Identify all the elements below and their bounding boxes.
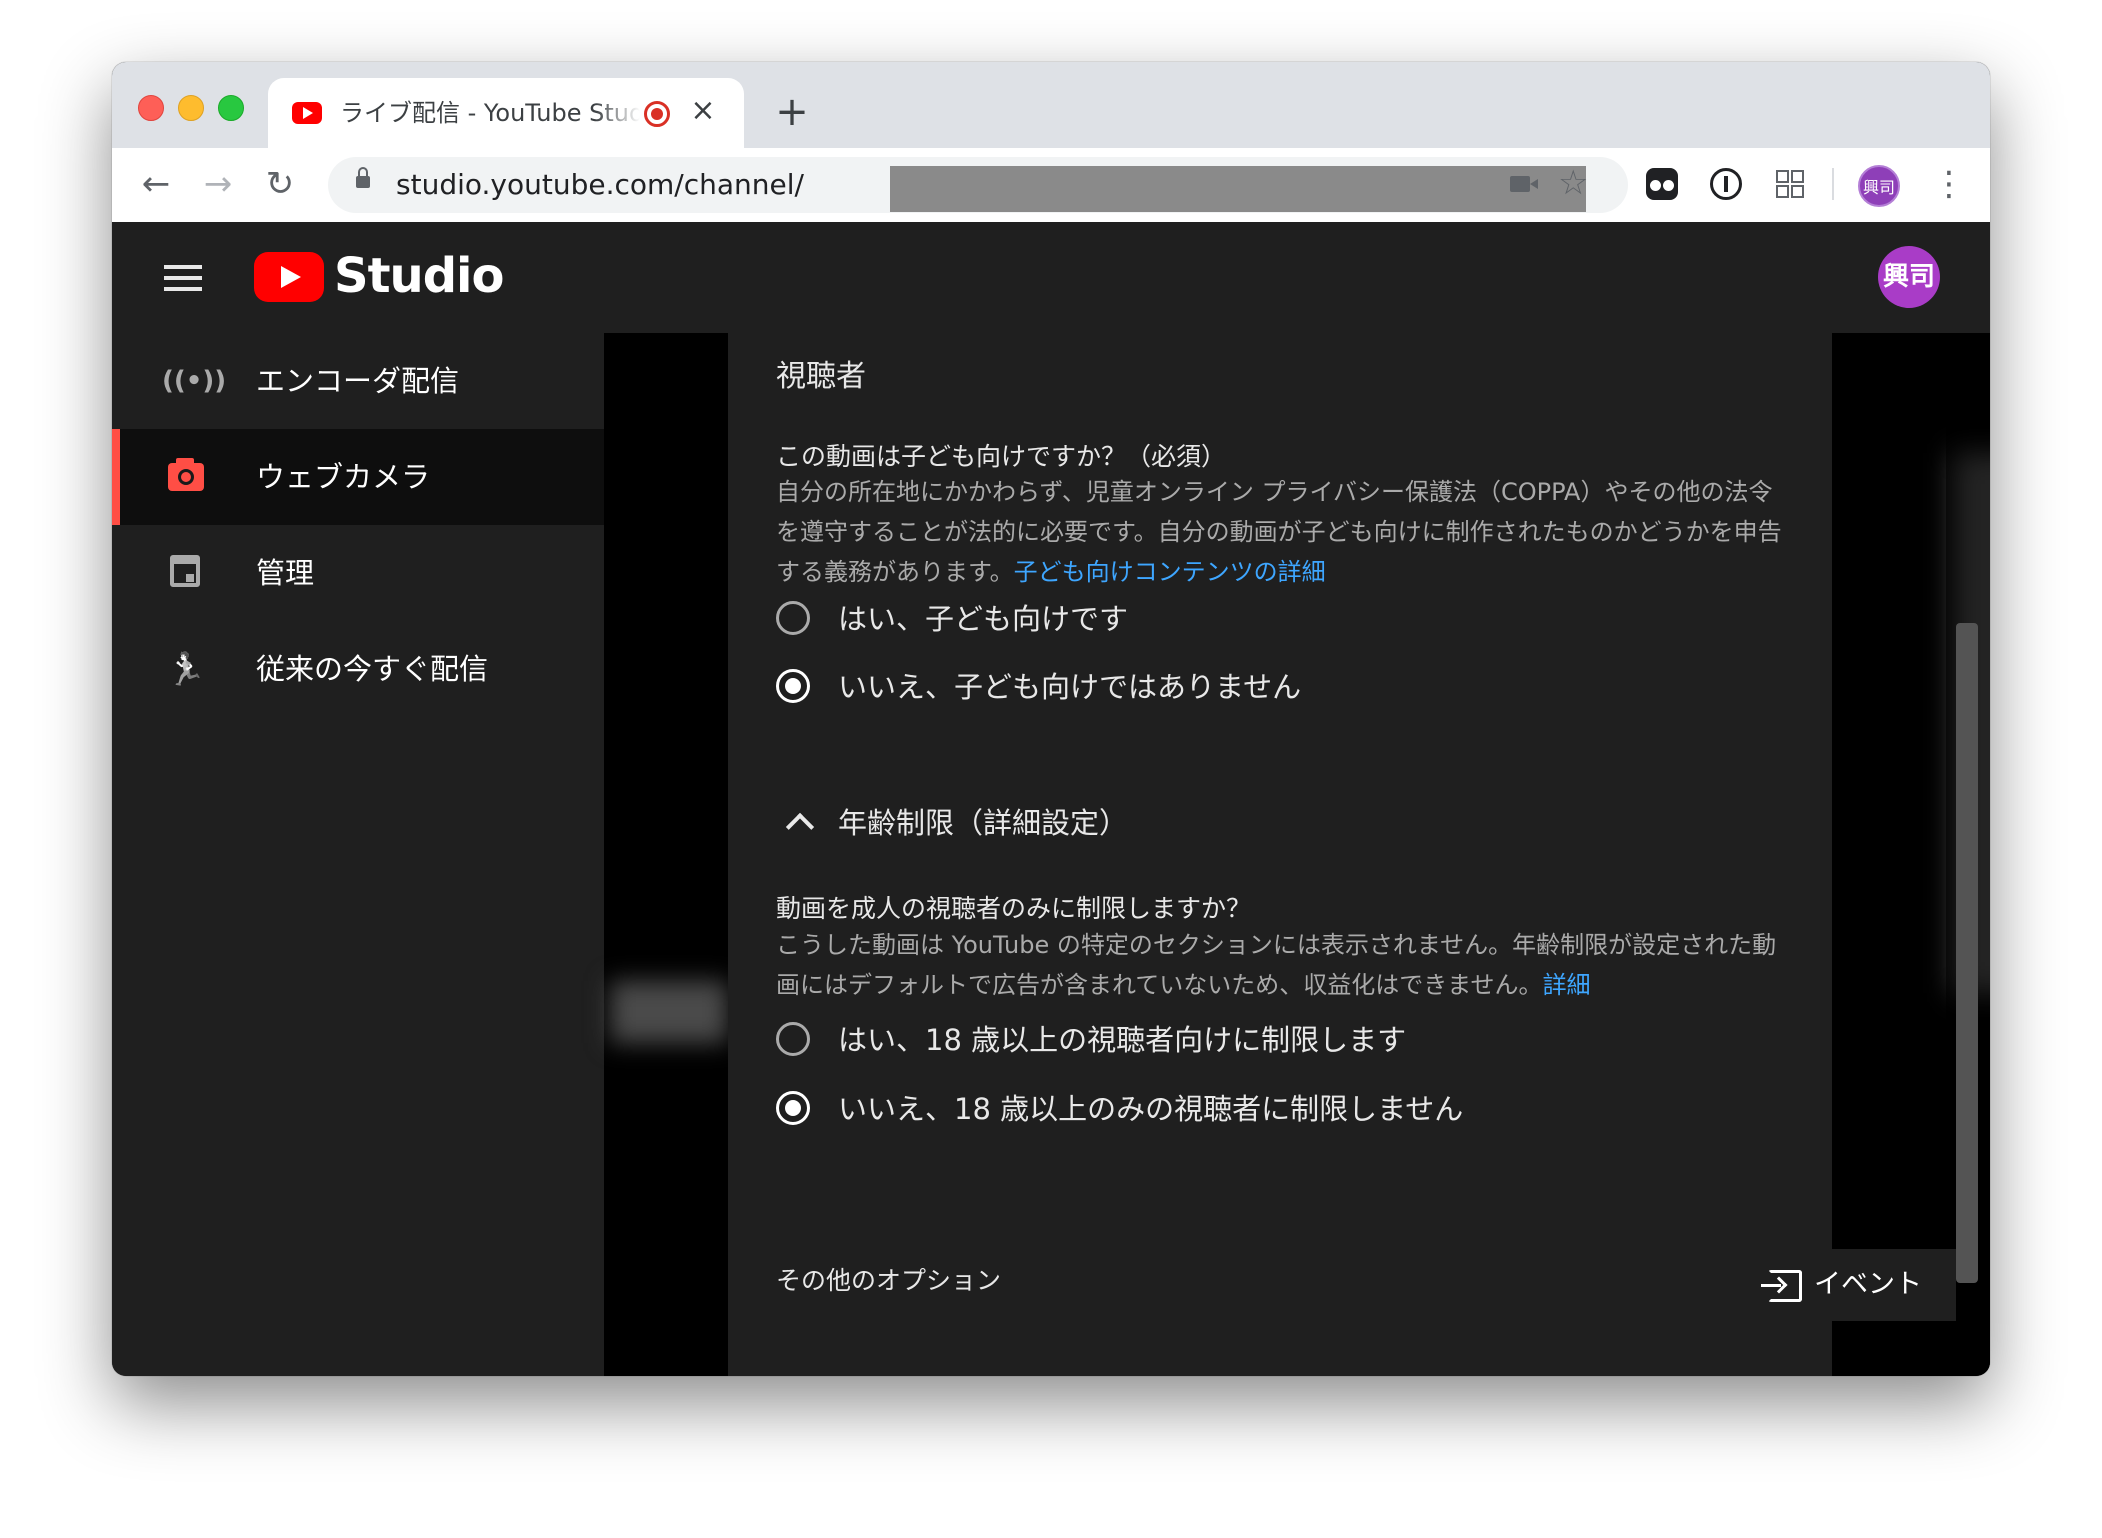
other-options-heading: その他のオプション xyxy=(776,1266,1002,1295)
bookmark-star-icon[interactable]: ☆ xyxy=(1558,158,1588,208)
zoom-window-button[interactable] xyxy=(218,95,244,121)
description-text: こうした動画は YouTube の特定のセクションには表示されません。年齢制限が… xyxy=(776,931,1777,999)
event-button-label: イベント xyxy=(1814,1269,1922,1300)
close-window-button[interactable] xyxy=(138,95,164,121)
kids-content-details-link[interactable]: 子ども向けコンテンツの詳細 xyxy=(1014,558,1326,586)
radio-circle[interactable] xyxy=(776,601,810,635)
camera-permission-icon[interactable] xyxy=(1510,176,1538,192)
tab-close-icon[interactable]: × xyxy=(686,94,720,128)
redacted-url-segment xyxy=(890,166,1586,212)
age-restriction-label: 年齢制限（詳細設定） xyxy=(838,806,1129,840)
sidebar-item-encoder[interactable]: ((•)) エンコーダ配信 xyxy=(112,333,604,429)
event-button[interactable]: イベント xyxy=(1748,1249,1956,1321)
webcam-preview-blur xyxy=(610,981,728,1043)
browser-tab[interactable]: ライブ配信 - YouTube Studio × xyxy=(268,78,744,148)
settings-panel: 視聴者 この動画は子ども向けですか？（必須） 自分の所在地にかかわらず、児童オン… xyxy=(728,333,1956,1376)
sidebar-item-webcam[interactable]: ウェブカメラ xyxy=(112,429,604,525)
recording-icon xyxy=(644,101,670,127)
radio-circle-checked[interactable] xyxy=(776,1091,810,1125)
browser-toolbar: ← → ↻ studio.youtube.com/channel/ ☆ 興司 ⋮ xyxy=(112,148,1990,223)
age-restriction-question: 動画を成人の視聴者のみに制限しますか？ xyxy=(776,894,1252,923)
radio-label: いいえ、子ども向けではありません xyxy=(838,670,1302,704)
age-restriction-description: こうした動画は YouTube の特定のセクションには表示されません。年齢制限が… xyxy=(776,925,1796,1005)
extension-glasses-icon[interactable] xyxy=(1646,168,1678,200)
new-tab-button[interactable]: + xyxy=(772,92,812,132)
sidebar-item-label: ウェブカメラ xyxy=(256,460,431,494)
sidebar-item-label: 管理 xyxy=(256,556,315,590)
age-restriction-details-link[interactable]: 詳細 xyxy=(1543,971,1591,999)
calendar-icon xyxy=(162,549,210,597)
toolbar-divider xyxy=(1832,168,1834,200)
minimize-window-button[interactable] xyxy=(178,95,204,121)
url-text: studio.youtube.com/channel/ xyxy=(396,168,804,201)
tab-title: ライブ配信 - YouTube Studio xyxy=(340,99,640,127)
made-for-kids-description: 自分の所在地にかかわらず、児童オンライン プライバシー保護法（COPPA）やその… xyxy=(776,472,1796,592)
exit-to-app-icon xyxy=(1761,1270,1802,1302)
sidebar-item-manage[interactable]: 管理 xyxy=(112,525,604,621)
radio-label: はい、18 歳以上の視聴者向けに制限します xyxy=(838,1023,1407,1057)
extension-grid-icon[interactable] xyxy=(1774,168,1806,200)
sidebar-item-classic-live[interactable]: 🏃 従来の今すぐ配信 xyxy=(112,621,604,717)
exit-run-icon: 🏃 xyxy=(166,650,206,688)
reload-icon[interactable]: ↻ xyxy=(258,162,302,206)
scrollbar[interactable] xyxy=(1956,623,1978,1283)
sidebar-item-label: エンコーダ配信 xyxy=(256,364,460,398)
browser-menu-icon[interactable]: ⋮ xyxy=(1932,162,1966,206)
radio-circle[interactable] xyxy=(776,1022,810,1056)
browser-window: ライブ配信 - YouTube Studio × + ← → ↻ studio.… xyxy=(112,62,1990,1376)
address-bar[interactable]: studio.youtube.com/channel/ xyxy=(328,157,1628,213)
studio-header: Studio 興司 xyxy=(112,222,1990,333)
made-for-kids-question: この動画は子ども向けですか？（必須） xyxy=(776,442,1227,471)
camera-icon xyxy=(162,453,210,501)
youtube-favicon-icon xyxy=(292,102,322,124)
sidebar-item-label: 従来の今すぐ配信 xyxy=(256,652,489,686)
profile-avatar[interactable]: 興司 xyxy=(1858,165,1900,207)
radio-label: いいえ、18 歳以上のみの視聴者に制限しません xyxy=(838,1092,1464,1126)
main-content: 視聴者 この動画は子ども向けですか？（必須） 自分の所在地にかかわらず、児童オン… xyxy=(604,333,1990,1376)
active-indicator xyxy=(112,429,120,525)
studio-logo-text[interactable]: Studio xyxy=(334,244,504,308)
chevron-up-icon xyxy=(785,812,815,842)
audience-section-title: 視聴者 xyxy=(776,359,866,394)
tab-strip: ライブ配信 - YouTube Studio × + xyxy=(112,62,1990,148)
lock-icon xyxy=(356,167,370,188)
back-arrow-icon[interactable]: ← xyxy=(134,162,178,206)
hamburger-menu-icon[interactable] xyxy=(164,265,202,291)
youtube-logo-icon[interactable] xyxy=(254,252,324,302)
account-avatar[interactable]: 興司 xyxy=(1878,246,1940,308)
sidebar: ((•)) エンコーダ配信 ウェブカメラ 管理 🏃 従来の今すぐ配信 xyxy=(112,333,604,1376)
radio-circle-checked[interactable] xyxy=(776,669,810,703)
extension-password-icon[interactable] xyxy=(1710,168,1742,200)
forward-arrow-icon[interactable]: → xyxy=(196,162,240,206)
broadcast-icon: ((•)) xyxy=(162,366,227,396)
radio-label: はい、子ども向けです xyxy=(838,602,1129,636)
